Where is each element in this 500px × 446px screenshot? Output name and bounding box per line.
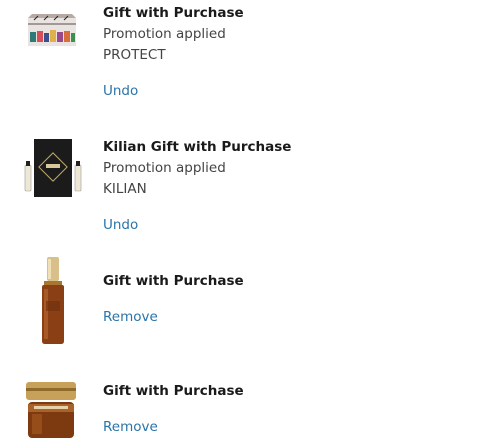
remove-button[interactable]: Remove	[103, 309, 158, 325]
undo-button[interactable]: Undo	[103, 83, 138, 99]
serum-bottle-icon	[24, 257, 82, 345]
remove-button[interactable]: Remove	[103, 419, 158, 435]
item-title: Gift with Purchase	[103, 383, 244, 399]
eye-cream-jar-icon	[24, 380, 82, 440]
item-title: Gift with Purchase	[103, 5, 244, 21]
makeup-bag-icon	[24, 14, 82, 50]
fragrance-sample-icon	[24, 137, 82, 199]
item-title: Kilian Gift with Purchase	[103, 139, 292, 155]
item-title: Gift with Purchase	[103, 273, 244, 289]
promo-code: KILIAN	[103, 181, 147, 197]
promotion-status: Promotion applied	[103, 160, 226, 176]
undo-button[interactable]: Undo	[103, 217, 138, 233]
promo-code: PROTECT	[103, 47, 166, 63]
promotion-status: Promotion applied	[103, 26, 226, 42]
